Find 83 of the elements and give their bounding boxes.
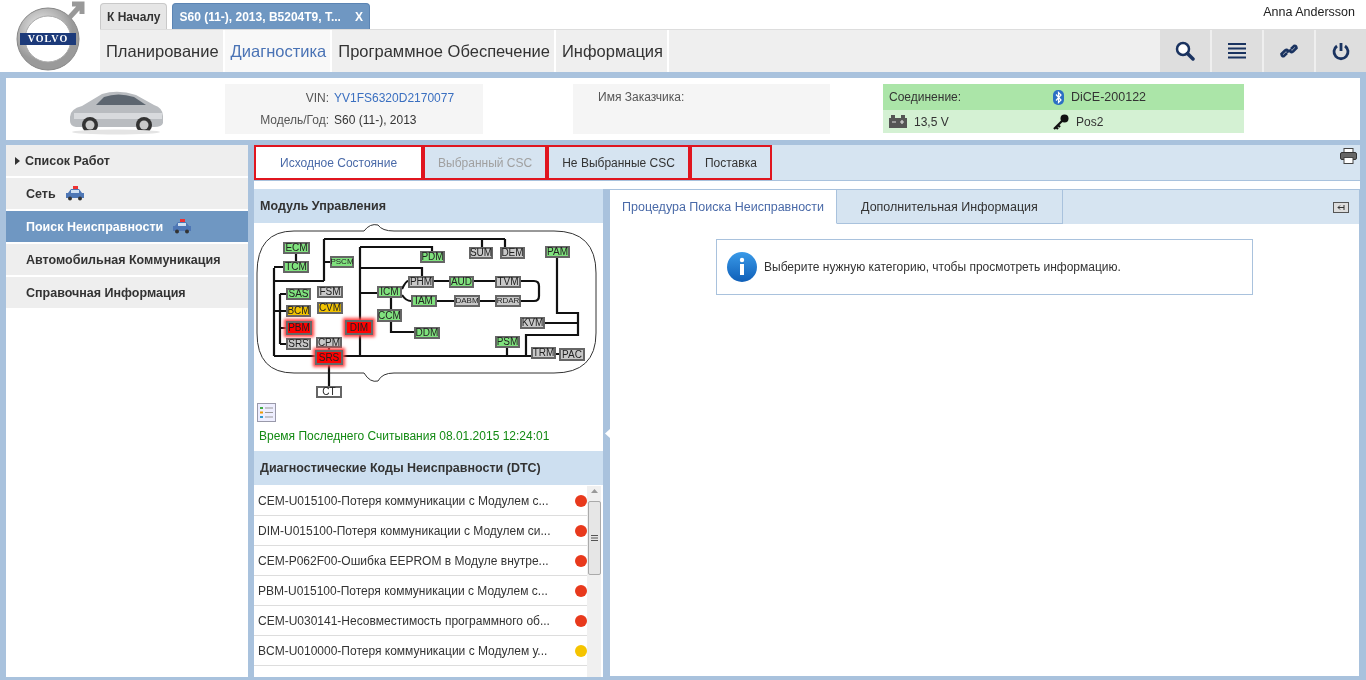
module-node[interactable]: PBM <box>286 321 312 335</box>
module-node[interactable]: FSM <box>317 286 343 298</box>
dtc-text: BCM-U010000-Потеря коммуникации с Модулем у... <box>258 643 549 658</box>
voltage-value: 13,5 V <box>914 114 949 129</box>
dtc-row[interactable]: BCM-U010000-Потеря коммуникации с Модулем у... <box>254 636 587 666</box>
tab[interactable]: Исходное Состояние <box>254 145 424 180</box>
dtc-row[interactable]: CEM-U030141-Несовместимость программного об... <box>254 606 587 636</box>
model-label: Модель/Год: <box>259 113 329 127</box>
collapse-icon[interactable] <box>1333 202 1349 213</box>
tab[interactable]: К Началу <box>100 3 168 29</box>
sidebar-item[interactable]: Автомобильная Коммуникация <box>6 244 248 277</box>
module-node[interactable]: AUD <box>449 276 474 288</box>
battery-icon <box>889 115 907 128</box>
tab[interactable]: Дополнительная Информация <box>837 190 1063 224</box>
module-node[interactable]: KVM <box>520 317 545 329</box>
sidebar-item[interactable]: Список Работ <box>6 145 248 178</box>
expand-icon[interactable] <box>15 156 20 165</box>
bluetooth-icon <box>1053 89 1064 105</box>
power-button[interactable] <box>1316 30 1366 72</box>
module-node[interactable]: PSM <box>495 336 520 348</box>
dtc-text: CEM-U015100-Потеря коммуникации с Модулем с... <box>258 493 550 508</box>
panel-title: Диагностические Коды Неисправности (DTC) <box>254 451 603 485</box>
module-node[interactable]: CT <box>316 386 342 398</box>
tab[interactable]: Не Выбранные CSC <box>547 145 690 180</box>
tab[interactable]: Поставка <box>689 145 772 180</box>
menu-icon <box>1228 43 1246 59</box>
grip-icon <box>590 535 598 541</box>
module-node[interactable]: SRS <box>286 338 311 350</box>
logo-text: VOLVO <box>26 33 70 45</box>
module-node[interactable]: DABM <box>454 295 480 307</box>
module-node[interactable]: CPM <box>316 337 342 348</box>
module-node[interactable]: TCM <box>283 261 309 273</box>
info-icon <box>727 252 757 282</box>
power-icon <box>1332 41 1350 61</box>
link-button[interactable] <box>1264 30 1314 72</box>
module-node[interactable]: IAM <box>411 295 437 307</box>
module-node[interactable]: PDM <box>420 251 445 263</box>
module-node[interactable]: SAS <box>286 288 311 300</box>
customer-label: Имя Заказчика: <box>598 90 685 104</box>
tab[interactable]: Процедура Поиска Неисправности <box>610 190 838 224</box>
link-icon <box>1280 44 1298 58</box>
user-name: Anna Andersson <box>1263 5 1355 19</box>
vin-label: VIN: <box>304 91 329 105</box>
key-position: Pos2 <box>1076 114 1104 129</box>
module-node[interactable]: TRM <box>531 347 556 359</box>
search-button[interactable] <box>1160 30 1210 72</box>
module-node[interactable]: CVM <box>317 302 343 314</box>
vin-value: YV1FS6320D2170077 <box>334 91 456 105</box>
module-node[interactable]: DIM <box>345 320 373 335</box>
info-message: Выберите нужную категорию, чтобы просмотреть информацию. <box>764 260 1121 274</box>
dtc-text: DIM-U015100-Потеря коммуникации с Модулем си... <box>258 523 552 538</box>
sidebar-item[interactable]: Справочная Информация <box>6 277 248 310</box>
module-node[interactable]: ECM <box>283 242 310 254</box>
model-value: S60 (11-), 2013 <box>334 113 418 127</box>
legend-icon[interactable] <box>257 403 276 422</box>
module-node[interactable]: PAC <box>559 348 585 361</box>
panel-title: Модуль Управления <box>254 189 603 223</box>
print-icon[interactable] <box>1340 148 1357 164</box>
dtc-row[interactable]: DIM-U015100-Потеря коммуникации с Модулем си... <box>254 516 587 546</box>
module-node[interactable]: TVM <box>495 276 521 288</box>
module-node[interactable]: DDM <box>414 327 440 339</box>
dtc-text: PBM-U015100-Потеря коммуникации с Модулем с... <box>258 583 549 598</box>
scrollbar[interactable] <box>587 486 601 677</box>
last-read-time: Время Последнего Считывания 08.01.2015 12:24:01 <box>258 428 551 445</box>
module-node[interactable]: ICM <box>377 286 402 298</box>
module-node[interactable]: SRS <box>315 350 343 365</box>
device-name: DiCE-200122 <box>1071 90 1147 104</box>
dtc-text: CEM-P062F00-Ошибка EEPROM в Модуле внутре... <box>258 553 550 568</box>
dtc-row[interactable]: CEM-U015100-Потеря коммуникации с Модулем с... <box>254 486 587 516</box>
dtc-row[interactable]: CEM-P062F00-Ошибка EEPROM в Модуле внутре... <box>254 546 587 576</box>
dtc-text: CEM-U030141-Несовместимость программного об... <box>258 613 551 628</box>
module-node[interactable]: PAM <box>545 246 570 258</box>
menu-button[interactable] <box>1212 30 1262 72</box>
key-icon <box>1053 113 1069 130</box>
module-node[interactable]: RDAR <box>495 295 521 307</box>
dtc-row[interactable]: PBM-U015100-Потеря коммуникации с Модулем с... <box>254 576 587 606</box>
menu-item[interactable]: Диагностика <box>224 30 333 72</box>
module-node[interactable]: PHM <box>408 276 434 288</box>
module-node[interactable]: DEM <box>500 247 525 259</box>
connection-label: Соединение: <box>889 90 962 104</box>
module-node[interactable]: BCM <box>286 305 311 317</box>
search-icon <box>1175 41 1195 61</box>
sidebar-item[interactable]: Сеть <box>6 178 248 211</box>
